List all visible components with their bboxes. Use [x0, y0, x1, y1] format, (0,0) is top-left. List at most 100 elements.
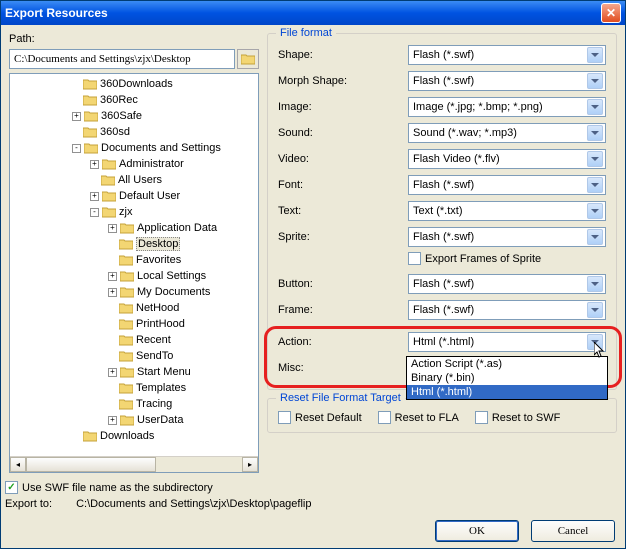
- tree-node[interactable]: Tracing: [12, 396, 256, 412]
- format-combo[interactable]: Flash (*.swf): [408, 300, 606, 320]
- action-dropdown-list[interactable]: Action Script (*.as)Binary (*.bin)Html (…: [406, 356, 608, 400]
- tree-node[interactable]: + My Documents: [12, 284, 256, 300]
- tree-node[interactable]: + Start Menu: [12, 364, 256, 380]
- tree-node[interactable]: NetHood: [12, 300, 256, 316]
- format-combo[interactable]: Flash (*.swf): [408, 71, 606, 91]
- tree-label: All Users: [118, 174, 162, 186]
- tree-node[interactable]: +360Safe: [12, 108, 256, 124]
- format-combo[interactable]: Flash Video (*.flv): [408, 149, 606, 169]
- format-label: Morph Shape:: [278, 75, 408, 87]
- tree-label: Favorites: [136, 254, 181, 266]
- tree-node[interactable]: All Users: [12, 172, 256, 188]
- chevron-down-icon: [587, 302, 603, 318]
- reset-checkbox[interactable]: [378, 411, 391, 424]
- scroll-thumb[interactable]: [26, 457, 156, 472]
- file-format-legend: File format: [276, 27, 336, 39]
- tree-expand-icon[interactable]: +: [72, 112, 81, 121]
- folder-icon: [120, 414, 134, 426]
- scroll-left-button[interactable]: ◂: [10, 457, 26, 472]
- format-label: Misc:: [278, 362, 408, 374]
- tree-node[interactable]: SendTo: [12, 348, 256, 364]
- tree-expand-icon[interactable]: +: [90, 160, 99, 169]
- folder-icon: [119, 350, 133, 362]
- browse-folder-button[interactable]: [237, 49, 259, 69]
- tree-node[interactable]: - zjx: [12, 204, 256, 220]
- tree-node[interactable]: 360Rec: [12, 92, 256, 108]
- chevron-down-icon: [587, 203, 603, 219]
- subdir-label: Use SWF file name as the subdirectory: [22, 482, 213, 494]
- format-row: Button:Flash (*.swf): [278, 271, 606, 297]
- tree-expand-icon[interactable]: -: [90, 208, 99, 217]
- path-input[interactable]: [9, 49, 235, 69]
- folder-icon: [120, 366, 134, 378]
- format-combo[interactable]: Flash (*.swf): [408, 227, 606, 247]
- tree-expand-icon[interactable]: +: [108, 416, 117, 425]
- export-frames-checkbox[interactable]: [408, 252, 421, 265]
- tree-label: Downloads: [100, 430, 154, 442]
- tree-node[interactable]: +Application Data: [12, 220, 256, 236]
- ok-button[interactable]: OK: [435, 520, 519, 542]
- tree-expand-icon[interactable]: +: [108, 288, 117, 297]
- tree-node[interactable]: 360Downloads: [12, 76, 256, 92]
- folder-icon: [119, 382, 133, 394]
- format-combo[interactable]: Text (*.txt): [408, 201, 606, 221]
- dropdown-option[interactable]: Html (*.html): [407, 385, 607, 399]
- format-row: Sprite:Flash (*.swf): [278, 224, 606, 250]
- tree-expand-icon[interactable]: +: [90, 192, 99, 201]
- tree-node[interactable]: +UserData: [12, 412, 256, 428]
- folder-icon: [83, 430, 97, 442]
- export-resources-dialog: Export Resources ✕ Path: 360Downloads360…: [0, 0, 626, 549]
- tree-expand-icon[interactable]: +: [108, 368, 117, 377]
- tree-label: My Documents: [137, 286, 210, 298]
- format-combo[interactable]: Flash (*.swf): [408, 175, 606, 195]
- format-row: Video:Flash Video (*.flv): [278, 146, 606, 172]
- tree-label: 360Safe: [101, 110, 142, 122]
- reset-option-label: Reset to FLA: [395, 412, 459, 424]
- window-title: Export Resources: [5, 6, 108, 20]
- tree-label: Desktop: [136, 237, 180, 251]
- tree-node[interactable]: Desktop: [12, 236, 256, 252]
- format-combo[interactable]: Flash (*.swf): [408, 274, 606, 294]
- tree-scrollbar-horizontal[interactable]: ◂ ▸: [10, 456, 258, 472]
- tree-node[interactable]: PrintHood: [12, 316, 256, 332]
- scroll-right-button[interactable]: ▸: [242, 457, 258, 472]
- tree-node[interactable]: -Documents and Settings: [12, 140, 256, 156]
- tree-node[interactable]: Templates: [12, 380, 256, 396]
- subdir-checkbox[interactable]: [5, 481, 18, 494]
- dropdown-option[interactable]: Binary (*.bin): [407, 371, 607, 385]
- reset-checkbox[interactable]: [475, 411, 488, 424]
- chevron-down-icon: [587, 151, 603, 167]
- format-combo[interactable]: Html (*.html): [408, 332, 606, 352]
- tree-expand-icon[interactable]: -: [72, 144, 81, 153]
- tree-node[interactable]: 360sd: [12, 124, 256, 140]
- tree-node[interactable]: Recent: [12, 332, 256, 348]
- folder-icon: [119, 398, 133, 410]
- dropdown-option[interactable]: Action Script (*.as): [407, 357, 607, 371]
- format-row: Image:Image (*.jpg; *.bmp; *.png): [278, 94, 606, 120]
- tree-expand-icon[interactable]: +: [108, 272, 117, 281]
- tree-node[interactable]: +Administrator: [12, 156, 256, 172]
- tree-label: Start Menu: [137, 366, 191, 378]
- format-combo[interactable]: Image (*.jpg; *.bmp; *.png): [408, 97, 606, 117]
- tree-label: zjx: [119, 206, 132, 218]
- format-combo[interactable]: Sound (*.wav; *.mp3): [408, 123, 606, 143]
- folder-icon: [119, 334, 133, 346]
- reset-checkbox[interactable]: [278, 411, 291, 424]
- format-combo[interactable]: Flash (*.swf): [408, 45, 606, 65]
- folder-tree[interactable]: 360Downloads360Rec+360Safe360sd-Document…: [9, 73, 259, 473]
- tree-label: 360Downloads: [100, 78, 173, 90]
- tree-node[interactable]: Downloads: [12, 428, 256, 444]
- reset-legend: Reset File Format Target: [276, 392, 405, 404]
- tree-node[interactable]: Favorites: [12, 252, 256, 268]
- tree-expand-icon[interactable]: +: [108, 224, 117, 233]
- format-label: Shape:: [278, 49, 408, 61]
- tree-node[interactable]: +Default User: [12, 188, 256, 204]
- close-button[interactable]: ✕: [601, 3, 621, 23]
- folder-icon: [102, 158, 116, 170]
- folder-icon: [241, 53, 255, 65]
- tree-label: Tracing: [136, 398, 172, 410]
- cancel-button[interactable]: Cancel: [531, 520, 615, 542]
- folder-icon: [102, 190, 116, 202]
- tree-node[interactable]: +Local Settings: [12, 268, 256, 284]
- format-label: Font:: [278, 179, 408, 191]
